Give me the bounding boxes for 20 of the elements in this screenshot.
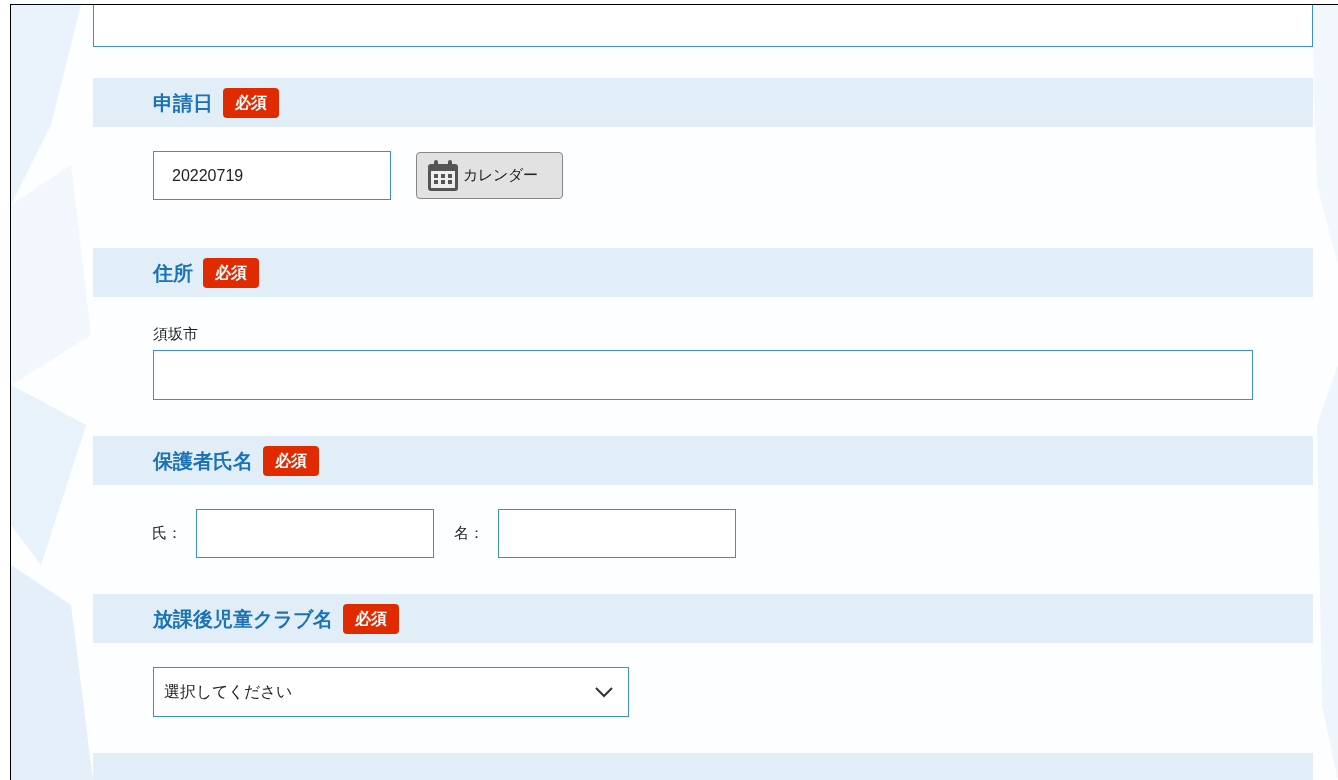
required-badge: 必須 <box>223 87 279 118</box>
text-field[interactable] <box>93 5 1313 47</box>
section-title: 保護者氏名 <box>153 450 253 471</box>
calendar-icon <box>425 157 461 194</box>
address-field[interactable] <box>153 350 1253 400</box>
chevron-down-icon <box>594 686 614 698</box>
section-title: 住所 <box>153 262 193 283</box>
date-field[interactable]: 20220719 <box>153 151 391 200</box>
name-field[interactable] <box>498 509 736 558</box>
name-label: 氏： <box>152 523 183 544</box>
required-badge: 必須 <box>263 445 319 476</box>
club-select[interactable]: 選択してください <box>153 667 629 717</box>
required-badge: 必須 <box>203 257 259 288</box>
section-title: 放課後児童クラブ名 <box>153 608 333 629</box>
city-label: 須坂市 <box>153 324 199 344</box>
name-label: 名： <box>454 523 485 544</box>
name-field[interactable] <box>196 509 434 558</box>
section-title: 申請日 <box>153 92 213 113</box>
calendar-button[interactable]: カレンダー <box>416 152 563 199</box>
required-badge: 必須 <box>343 603 399 634</box>
